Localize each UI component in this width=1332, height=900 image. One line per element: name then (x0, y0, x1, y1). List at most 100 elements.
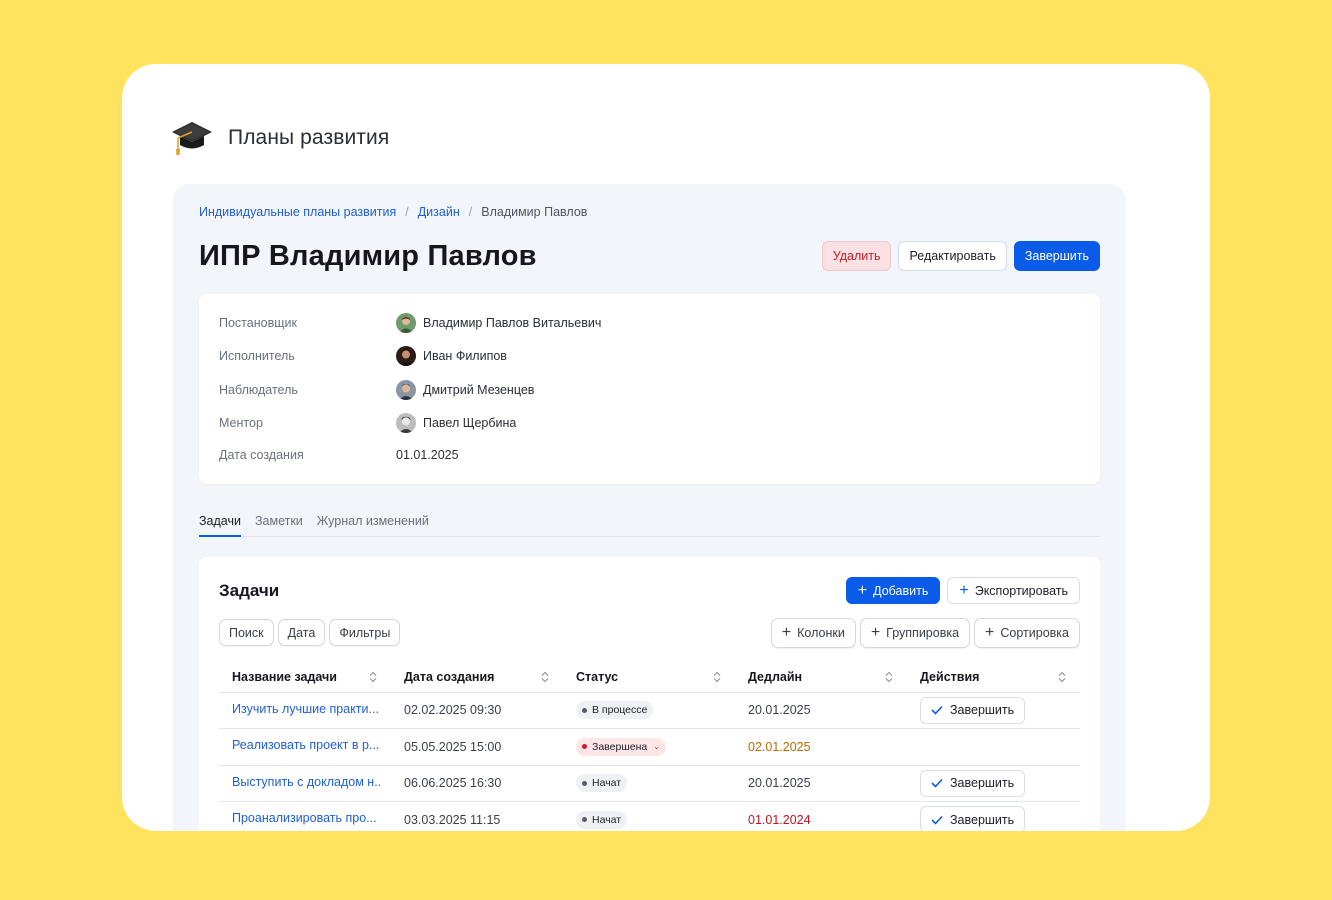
task-actions-empty (907, 728, 1080, 766)
column-title: Дедлайн (748, 669, 803, 684)
mentor-name: Павел Щербина (423, 416, 517, 430)
info-label: Постановщик (219, 316, 297, 330)
info-label: Дата создания (219, 448, 304, 462)
column-header-created[interactable]: Дата создания (391, 662, 563, 693)
search-filter[interactable]: Поиск (219, 619, 274, 646)
sort-icon (541, 671, 549, 683)
table-row[interactable]: Реализовать проект в р... 05.05.2025 15:… (219, 728, 1080, 766)
status-badge[interactable]: Начат (576, 774, 628, 793)
button-label: Завершить (950, 776, 1015, 791)
sort-icon (713, 671, 721, 683)
tasks-table: Название задачи Дата создания Статус Дед… (219, 662, 1080, 831)
plus-icon: + (857, 581, 868, 599)
status-badge[interactable]: В процессе (576, 701, 654, 720)
info-label: Ментор (219, 416, 263, 430)
check-icon (931, 779, 943, 788)
chevron-down-icon: ⌄ (653, 742, 660, 752)
tabs: Задачи Заметки Журнал изменений (199, 508, 1100, 537)
page-title: ИПР Владимир Павлов (199, 240, 537, 272)
tasks-card: Задачи + Добавить + Экспортировать Поиск… (199, 557, 1100, 831)
button-label: Завершить (950, 703, 1015, 718)
column-title: Действия (920, 669, 980, 684)
status-badge[interactable]: Завершена ⌄ (576, 737, 666, 756)
info-value: Владимир Павлов Витальевич (396, 313, 601, 333)
tab-changelog[interactable]: Журнал изменений (317, 508, 429, 537)
status-label: Начат (592, 777, 622, 790)
column-title: Статус (576, 669, 619, 684)
plus-icon: + (870, 624, 881, 641)
sorting-label: Сортировка (1000, 626, 1069, 640)
info-row-observer: Наблюдатель Дмитрий Мезенцев (219, 380, 534, 400)
task-created: 03.03.2025 11:15 (391, 801, 563, 831)
breadcrumb: Индивидуальные планы развития / Дизайн /… (199, 205, 587, 219)
status-badge[interactable]: Начат (576, 810, 628, 829)
check-icon (931, 815, 943, 825)
table-row[interactable]: Проанализировать про... 03.03.2025 11:15… (219, 801, 1080, 831)
info-row-created: Дата создания 01.01.2025 (219, 445, 459, 465)
complete-task-button[interactable]: Завершить (920, 696, 1026, 724)
status-label: Начат (592, 813, 622, 826)
filter-chips: Поиск Дата Фильтры (219, 619, 401, 646)
column-header-status[interactable]: Статус (563, 662, 735, 693)
export-label: Экспортировать (974, 583, 1068, 598)
task-deadline: 01.01.2024 (735, 801, 907, 831)
columns-button[interactable]: + Колонки (770, 618, 856, 648)
task-name-link[interactable]: Выступить с докладом н... (232, 775, 382, 789)
task-deadline: 20.01.2025 (735, 692, 907, 729)
export-button[interactable]: + Экспортировать (947, 577, 1080, 604)
table-row[interactable]: Выступить с докладом н... 06.06.2025 16:… (219, 765, 1080, 802)
task-deadline: 02.01.2025 (735, 728, 907, 766)
columns-label: Колонки (797, 626, 845, 640)
task-deadline: 20.01.2025 (735, 765, 907, 802)
complete-task-button[interactable]: Завершить (920, 806, 1026, 831)
app-window: Планы развития Индивидуальные планы разв… (122, 64, 1210, 831)
info-row-mentor: Ментор Павел Щербина (219, 413, 516, 433)
button-label: Завершить (950, 812, 1015, 827)
column-header-deadline[interactable]: Дедлайн (735, 662, 907, 693)
grouping-label: Группировка (886, 626, 960, 640)
breadcrumb-link-plans[interactable]: Индивидуальные планы развития (199, 205, 396, 219)
date-filter[interactable]: Дата (277, 619, 326, 646)
task-name-link[interactable]: Изучить лучшие практи... (232, 702, 379, 716)
table-row[interactable]: Изучить лучшие практи... 02.02.2025 09:3… (219, 692, 1080, 729)
breadcrumb-separator: / (468, 205, 473, 219)
sort-icon (885, 671, 893, 683)
info-label: Исполнитель (219, 349, 295, 363)
table-header-row: Название задачи Дата создания Статус Дед… (219, 662, 1080, 693)
column-header-actions[interactable]: Действия (907, 662, 1080, 693)
avatar (396, 346, 416, 366)
add-label: Добавить (873, 583, 929, 598)
edit-button[interactable]: Редактировать (898, 241, 1007, 271)
graduation-cap-icon (170, 116, 214, 160)
column-header-name[interactable]: Название задачи (219, 662, 391, 693)
complete-task-button[interactable]: Завершить (920, 769, 1026, 797)
plus-icon: + (781, 624, 792, 641)
tab-notes[interactable]: Заметки (255, 508, 303, 537)
plus-icon: + (959, 581, 969, 599)
app-title: Планы развития (228, 126, 390, 149)
sorting-button[interactable]: + Сортировка (974, 618, 1080, 648)
tasks-title: Задачи (219, 581, 280, 600)
check-icon (931, 706, 943, 715)
breadcrumb-link-design[interactable]: Дизайн (418, 205, 460, 219)
avatar (396, 313, 416, 333)
status-dot (582, 744, 587, 750)
main-panel: Индивидуальные планы развития / Дизайн /… (173, 184, 1126, 831)
filters-button[interactable]: Фильтры (329, 619, 401, 646)
plus-icon: + (985, 624, 995, 641)
task-name-link[interactable]: Реализовать проект в р... (232, 738, 379, 752)
column-title: Название задачи (232, 669, 337, 684)
avatar (396, 380, 416, 400)
grouping-button[interactable]: + Группировка (859, 618, 971, 648)
complete-button[interactable]: Завершить (1013, 241, 1100, 271)
info-value: Павел Щербина (396, 413, 516, 433)
avatar (396, 413, 416, 433)
created-date: 01.01.2025 (396, 448, 459, 462)
view-options: + Колонки + Группировка + Сортировка (770, 618, 1080, 648)
delete-button[interactable]: Удалить (821, 241, 892, 271)
add-task-button[interactable]: + Добавить (845, 577, 941, 604)
assigner-name: Владимир Павлов Витальевич (423, 316, 602, 330)
task-name-link[interactable]: Проанализировать про... (232, 811, 377, 825)
tab-tasks[interactable]: Задачи (199, 508, 241, 537)
status-label: В процессе (592, 704, 648, 717)
